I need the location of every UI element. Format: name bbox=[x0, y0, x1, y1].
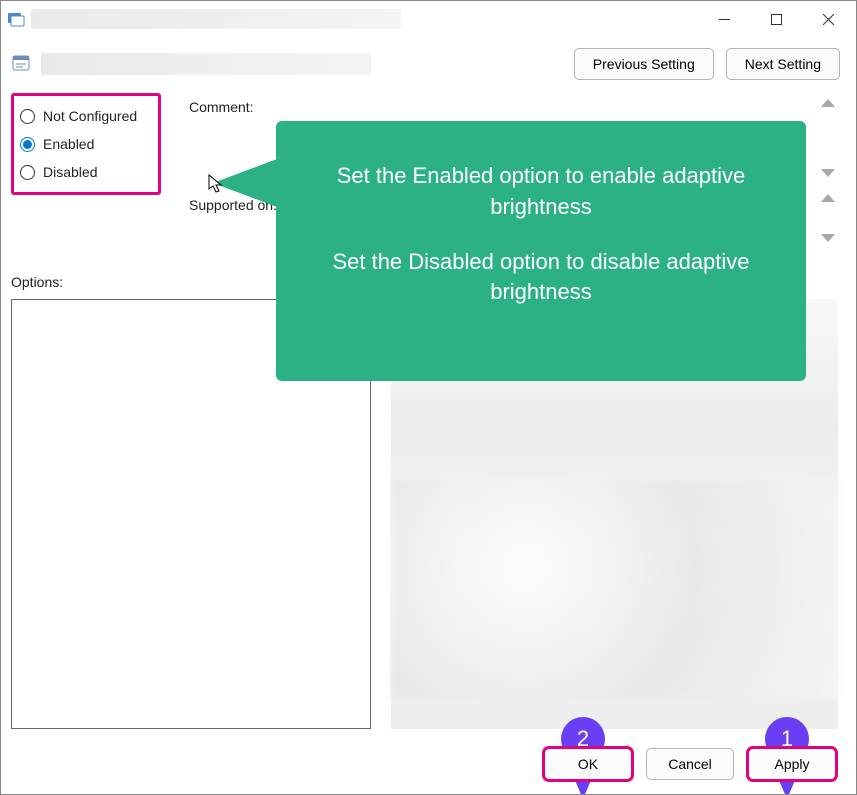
radio-disabled[interactable]: Disabled bbox=[20, 158, 142, 186]
scroll-up-icon bbox=[821, 194, 835, 202]
maximize-button[interactable] bbox=[750, 2, 802, 36]
comment-label: Comment: bbox=[189, 99, 254, 115]
next-setting-button[interactable]: Next Setting bbox=[726, 48, 840, 80]
radio-icon bbox=[20, 137, 35, 152]
callout-line-2: Set the Disabled option to disable adapt… bbox=[306, 247, 776, 309]
policy-dialog: Previous Setting Next Setting Not Config… bbox=[0, 0, 857, 795]
options-label: Options: bbox=[11, 274, 63, 290]
radio-label: Disabled bbox=[43, 164, 97, 180]
scroll-down-icon bbox=[821, 169, 835, 177]
scroll-down-icon bbox=[821, 234, 835, 242]
previous-setting-button[interactable]: Previous Setting bbox=[574, 48, 714, 80]
callout-line-1: Set the Enabled option to enable adaptiv… bbox=[306, 161, 776, 223]
scroll-up-icon bbox=[821, 99, 835, 107]
app-icon bbox=[7, 10, 25, 28]
subheader: Previous Setting Next Setting bbox=[1, 39, 856, 89]
apply-button[interactable]: Apply bbox=[748, 748, 836, 780]
window-controls bbox=[698, 2, 854, 36]
radio-not-configured[interactable]: Not Configured bbox=[20, 102, 142, 130]
radio-icon bbox=[20, 165, 35, 180]
cursor-icon bbox=[208, 174, 226, 197]
minimize-button[interactable] bbox=[698, 2, 750, 36]
policy-icon bbox=[11, 53, 33, 75]
cancel-button[interactable]: Cancel bbox=[646, 748, 734, 780]
radio-label: Enabled bbox=[43, 136, 94, 152]
radio-label: Not Configured bbox=[43, 108, 137, 124]
state-radio-group: Not Configured Enabled Disabled bbox=[11, 93, 161, 195]
policy-title bbox=[41, 53, 371, 75]
close-button[interactable] bbox=[802, 2, 854, 36]
comment-scrollbar[interactable] bbox=[818, 99, 838, 177]
radio-icon bbox=[20, 109, 35, 124]
main-area: Not Configured Enabled Disabled Comment:… bbox=[1, 89, 856, 99]
supported-scrollbar[interactable] bbox=[818, 194, 838, 242]
window-title bbox=[31, 9, 401, 29]
ok-button[interactable]: OK bbox=[544, 748, 632, 780]
dialog-button-bar: OK Cancel Apply bbox=[1, 748, 856, 780]
instruction-callout: Set the Enabled option to enable adaptiv… bbox=[276, 121, 806, 381]
radio-enabled[interactable]: Enabled bbox=[20, 130, 142, 158]
titlebar bbox=[1, 1, 856, 37]
